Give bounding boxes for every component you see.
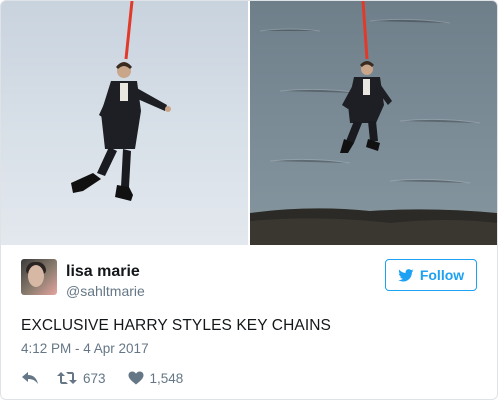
twitter-bird-icon (398, 268, 414, 281)
retweet-icon (57, 372, 77, 384)
tweet-card: lisa marie @sahltmarie Follow EXCLUSIVE … (0, 0, 498, 400)
heart-icon (128, 371, 144, 385)
tweet-timestamp[interactable]: 4:12 PM - 4 Apr 2017 (21, 341, 149, 356)
like-count: 1,548 (149, 370, 184, 386)
tweet-actions: 673 1,548 (21, 369, 183, 387)
reply-button[interactable] (21, 371, 39, 385)
photo-right[interactable] (250, 1, 497, 245)
retweet-count: 673 (83, 370, 106, 386)
tweet-media[interactable] (1, 1, 497, 245)
photo-left[interactable] (1, 1, 248, 245)
user-handle[interactable]: @sahltmarie (66, 283, 145, 299)
tweet-text: EXCLUSIVE HARRY STYLES KEY CHAINS (21, 317, 331, 334)
avatar[interactable] (21, 259, 57, 295)
follow-label: Follow (419, 267, 465, 283)
avatar-face (28, 265, 44, 287)
like-button[interactable]: 1,548 (128, 370, 184, 386)
retweet-button[interactable]: 673 (57, 371, 106, 386)
person-hanging-sea (250, 1, 497, 245)
follow-button[interactable]: Follow (385, 259, 477, 291)
person-hanging-sky (71, 1, 171, 201)
user-name[interactable]: lisa marie (66, 263, 140, 281)
reply-icon (22, 372, 38, 384)
